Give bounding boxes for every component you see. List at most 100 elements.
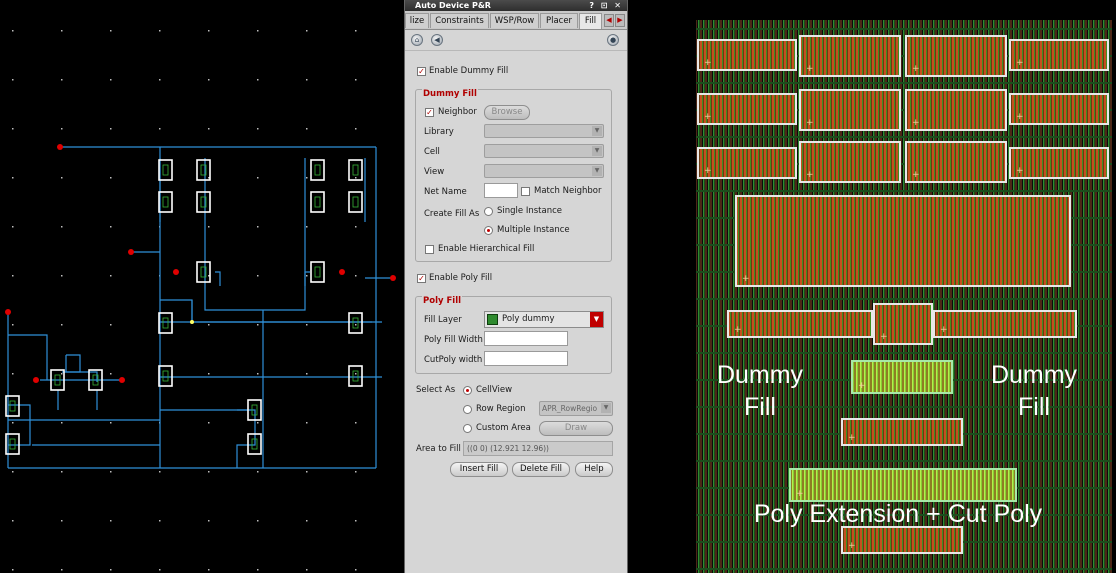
transistor-symbol (310, 261, 325, 283)
grid-dot (257, 275, 259, 277)
draw-button[interactable]: Draw (539, 421, 613, 436)
tab-right-arrow-icon[interactable]: ▶ (615, 14, 625, 27)
grid-dot (61, 422, 63, 424)
grid-dot (355, 275, 357, 277)
svg-text:+: + (806, 64, 814, 74)
svg-text:+: + (880, 332, 888, 342)
tab-left-arrow-icon[interactable]: ◀ (604, 14, 614, 27)
svg-text:+: + (704, 112, 712, 122)
enable-hierarchical-fill-label: Enable Hierarchical Fill (438, 244, 535, 254)
row-region-select[interactable]: APR_RowRegio ▼ (539, 401, 613, 416)
grid-dot (306, 569, 308, 571)
single-instance-label: Single Instance (497, 206, 562, 216)
svg-text:+: + (1016, 166, 1024, 176)
grid-dot (208, 30, 210, 32)
svg-text:+: + (704, 166, 712, 176)
titlebar-controls[interactable]: ? ⊡ ✕ (589, 0, 623, 11)
grid-dot (110, 177, 112, 179)
schematic-drawing[interactable] (0, 0, 404, 573)
tab-initialize[interactable]: lize (405, 13, 429, 28)
svg-text:+: + (796, 489, 804, 499)
cell-label: Cell (424, 147, 440, 157)
help-button[interactable]: Help (575, 462, 613, 477)
grid-dot (110, 422, 112, 424)
enable-poly-fill-checkbox[interactable]: ✓ (417, 274, 426, 283)
area-to-fill-input[interactable]: ((0 0) (12.921 12.96)) (463, 441, 613, 456)
match-neighbor-checkbox[interactable] (521, 187, 530, 196)
cell-select[interactable]: ▼ (484, 144, 604, 158)
layout-cell: + (727, 310, 873, 338)
grid-dot (61, 177, 63, 179)
transistor-symbol (348, 191, 363, 213)
grid-dot (355, 422, 357, 424)
transistor-symbol (310, 159, 325, 181)
grid-dot (61, 226, 63, 228)
row-boundary (696, 352, 1112, 354)
svg-text:+: + (806, 118, 814, 128)
tab-placer[interactable]: Placer (540, 13, 578, 28)
poly-fill-width-input[interactable] (484, 331, 568, 346)
enable-hierarchical-fill-checkbox[interactable] (425, 245, 434, 254)
grid-dot (12, 128, 14, 130)
row-boundary (696, 298, 1112, 300)
delete-fill-button[interactable]: Delete Fill (512, 462, 570, 477)
grid-dot (208, 373, 210, 375)
row-region-label: Row Region (476, 404, 526, 414)
svg-text:+: + (940, 325, 948, 335)
tab-wsp-row[interactable]: WSP/Row (490, 13, 539, 28)
layout-cell: + (697, 147, 797, 179)
grid-dot (12, 324, 14, 326)
row-region-radio[interactable] (463, 405, 472, 414)
tab-fill[interactable]: Fill (579, 13, 602, 29)
enable-dummy-fill-label: Enable Dummy Fill (429, 66, 509, 76)
net-name-label: Net Name (424, 187, 467, 197)
grid-dot (110, 79, 112, 81)
grid-dot (61, 471, 63, 473)
grid-dot (306, 177, 308, 179)
transistor-symbol (348, 312, 363, 334)
net-name-input[interactable] (484, 183, 518, 198)
custom-area-radio[interactable] (463, 424, 472, 433)
cellview-radio[interactable] (463, 386, 472, 395)
grid-dot (61, 30, 63, 32)
view-label: View (424, 167, 445, 177)
layout-cell: + (697, 39, 797, 71)
cutpoly-width-label: CutPoly width (424, 355, 483, 365)
insert-fill-button[interactable]: Insert Fill (450, 462, 508, 477)
neighbor-checkbox[interactable]: ✓ (425, 108, 434, 117)
grid-dot (355, 471, 357, 473)
row-boundary (696, 568, 1112, 570)
cellview-label: CellView (476, 385, 513, 395)
browse-button[interactable]: Browse (484, 105, 530, 120)
schematic-canvas[interactable] (0, 0, 404, 573)
grid-dot (257, 471, 259, 473)
enable-dummy-fill-checkbox[interactable]: ✓ (417, 67, 426, 76)
panel-titlebar[interactable]: Auto Device P&R ? ⊡ ✕ (405, 0, 627, 11)
tab-constraints[interactable]: Constraints (430, 13, 489, 28)
dummy-fill-left-line2: Fill (744, 393, 776, 421)
library-select[interactable]: ▼ (484, 124, 604, 138)
grid-dot (110, 373, 112, 375)
multiple-instance-radio[interactable] (484, 226, 493, 235)
layout-canvas[interactable]: + + + + + + + + + + + + + + + + + + + + Dummy Fill Dummy Fi… (628, 0, 1116, 573)
back-icon[interactable]: ◀ (431, 34, 443, 46)
chevron-down-icon: ▼ (592, 166, 602, 176)
cutpoly-width-input[interactable] (484, 351, 568, 366)
create-fill-as-label: Create Fill As (424, 209, 480, 219)
layout-cell: + (799, 141, 901, 183)
layout-cell: + (789, 468, 1017, 502)
fill-layer-value: Poly dummy (502, 314, 555, 324)
single-instance-radio[interactable] (484, 207, 493, 216)
dummy-fill-right-line2: Fill (1018, 393, 1050, 421)
grid-dot (306, 275, 308, 277)
help-icon[interactable]: ● (607, 34, 619, 46)
home-icon[interactable]: ⌂ (411, 34, 423, 46)
svg-text:+: + (848, 433, 856, 443)
layout-cell: + (735, 195, 1071, 287)
grid-dot (306, 128, 308, 130)
view-select[interactable]: ▼ (484, 164, 604, 178)
layout-drawing[interactable]: + + + + + + + + + + + + + + + + + + + + (628, 0, 1116, 573)
layout-cell: + (1009, 39, 1109, 71)
fill-layer-select[interactable]: Poly dummy ▼ (484, 311, 604, 328)
grid-dot (257, 30, 259, 32)
